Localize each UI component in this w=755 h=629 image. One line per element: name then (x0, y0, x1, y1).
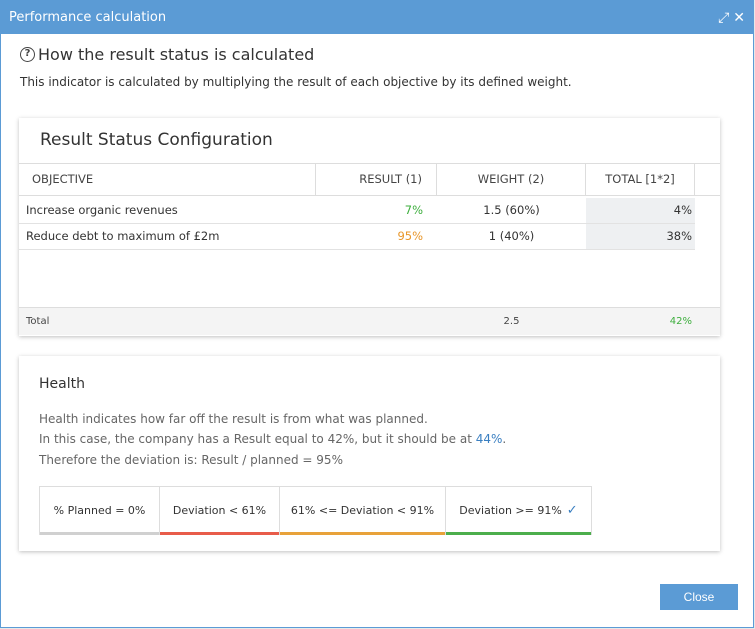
legend-planned-zero: % Planned = 0% (40, 487, 160, 535)
legend-bar-green (446, 532, 591, 535)
dialog-titlebar: Performance calculation ⤢ ✕ (1, 1, 753, 34)
window-controls: ⤢ ✕ (718, 1, 745, 34)
legend-bar-orange (280, 532, 445, 535)
result-cell: 7% (404, 203, 423, 217)
section-heading: ? How the result status is calculated (20, 45, 314, 64)
close-button[interactable]: Close (660, 584, 738, 610)
table-row: Increase organic revenues 7% 1.5 (60%) 4… (19, 198, 695, 224)
legend-label: % Planned = 0% (53, 504, 146, 517)
legend-label: Deviation >= 91% (459, 504, 562, 517)
column-header-weight[interactable]: WEIGHT (2) (437, 164, 586, 195)
total-label: Total (26, 316, 50, 327)
dialog-title: Performance calculation (9, 10, 167, 25)
help-icon: ? (20, 47, 35, 62)
legend-medium: 61% <= Deviation < 91% (280, 487, 446, 535)
health-legend: % Planned = 0% Deviation < 61% 61% <= De… (39, 486, 592, 535)
result-status-card: Result Status Configuration OBJECTIVE RE… (19, 118, 720, 336)
weight-cell: 1 (40%) (488, 229, 535, 243)
legend-label: Deviation < 61% (172, 504, 267, 517)
legend-bar-red (160, 532, 279, 535)
health-card: Health Health indicates how far off the … (19, 356, 720, 551)
close-icon[interactable]: ✕ (733, 11, 745, 25)
card-title: Result Status Configuration (40, 130, 273, 150)
heading-text: How the result status is calculated (38, 45, 315, 64)
expand-icon[interactable]: ⤢ (718, 11, 729, 25)
legend-label: 61% <= Deviation < 91% (290, 504, 435, 517)
health-line-2: In this case, the company has a Result e… (39, 432, 506, 446)
health-line-1: Health indicates how far off the result … (39, 412, 428, 426)
health-line-2-prefix: In this case, the company has a Result e… (39, 432, 476, 446)
health-line-3: Therefore the deviation is: Result / pla… (39, 453, 343, 467)
result-cell: 95% (397, 229, 423, 243)
total-weight: 2.5 (503, 316, 520, 327)
performance-dialog: Performance calculation ⤢ ✕ ? How the re… (0, 0, 754, 628)
total-value: 42% (669, 316, 692, 327)
total-cell: 38% (586, 224, 695, 249)
legend-low: Deviation < 61% (160, 487, 280, 535)
planned-value-link[interactable]: 44% (476, 432, 503, 446)
table-header: OBJECTIVE RESULT (1) WEIGHT (2) TOTAL [1… (19, 163, 720, 196)
total-row: Total 2.5 42% (19, 307, 720, 335)
legend-high: Deviation >= 91% ✓ (446, 487, 591, 535)
description-text: This indicator is calculated by multiply… (20, 75, 572, 89)
objective-cell: Increase organic revenues (26, 203, 178, 217)
column-header-result[interactable]: RESULT (1) (316, 164, 437, 195)
check-icon: ✓ (566, 503, 578, 518)
objective-cell: Reduce debt to maximum of £2m (26, 229, 220, 243)
column-header-total[interactable]: TOTAL [1*2] (586, 164, 695, 195)
column-header-objective[interactable]: OBJECTIVE (19, 164, 316, 195)
table-row: Reduce debt to maximum of £2m 95% 1 (40%… (19, 224, 695, 250)
total-cell: 4% (586, 198, 695, 223)
legend-bar-gray (40, 532, 159, 535)
health-line-2-suffix: . (502, 432, 507, 446)
health-title: Health (39, 376, 85, 392)
weight-cell: 1.5 (60%) (483, 203, 540, 217)
total-result-empty (316, 308, 437, 335)
